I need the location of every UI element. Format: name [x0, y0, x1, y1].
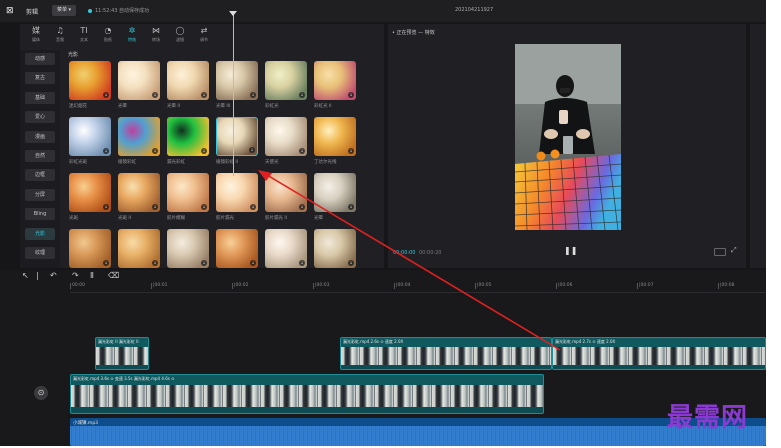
annotation-arrow [258, 170, 561, 351]
